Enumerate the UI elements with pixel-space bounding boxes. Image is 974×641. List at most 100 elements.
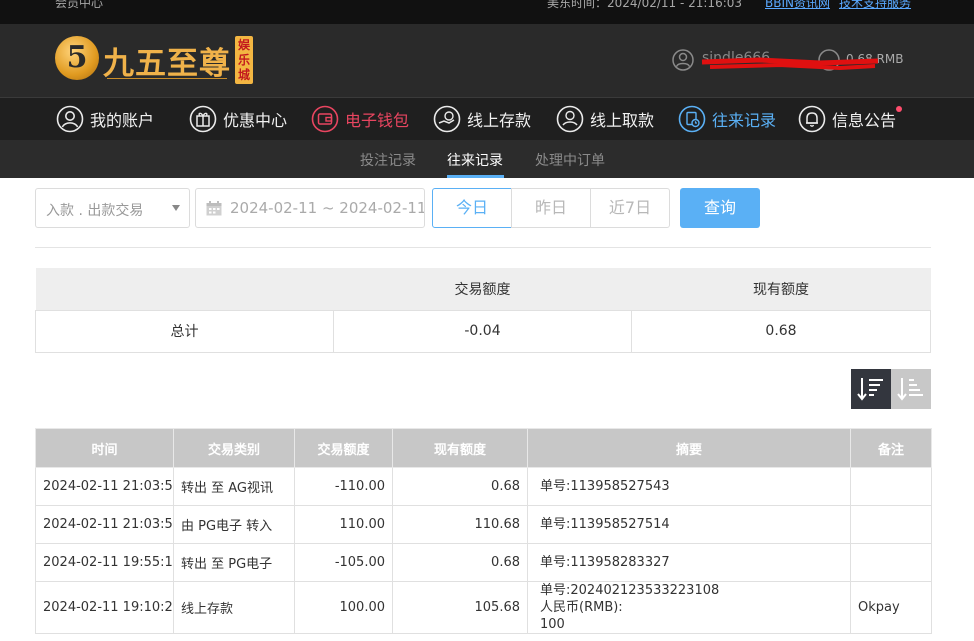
- summary-line: 100: [540, 617, 565, 632]
- cell-time: 2024-02-11 21:03:57: [35, 505, 174, 544]
- calendar-icon: [206, 201, 222, 216]
- column-header: 备注: [850, 428, 932, 468]
- site-header: 5 九五至尊 娱乐城 sindle666 0.68 RMB: [0, 24, 974, 97]
- nav-label: 电子钱包: [345, 111, 410, 130]
- cell-time: 2024-02-11 19:55:17: [35, 543, 174, 582]
- summary-current-balance: 0.68: [631, 309, 931, 353]
- today-button[interactable]: 今日: [432, 188, 512, 228]
- nav-label: 线上存款: [467, 111, 532, 130]
- last-7-days-button[interactable]: 近7日: [590, 188, 670, 228]
- cell-amount: -105.00: [294, 543, 393, 582]
- column-header: 现有额度: [392, 428, 528, 468]
- support-link[interactable]: 技术支持服务: [839, 0, 911, 11]
- yesterday-button[interactable]: 昨日: [511, 188, 591, 228]
- date-range-value: 2024-02-11 ~ 2024-02-11: [230, 199, 425, 217]
- site-logo[interactable]: 5 九五至尊 娱乐城: [55, 36, 255, 86]
- sort-descending-button[interactable]: [851, 369, 891, 409]
- column-header: 交易类别: [173, 428, 295, 468]
- cell-summary: 单号:113958527514: [527, 505, 851, 544]
- logo-ornament: [107, 78, 227, 82]
- transaction-type-select[interactable]: 入款 . 出款交易: [35, 188, 190, 228]
- cell-note: Okpay: [850, 581, 932, 634]
- cell-note: [850, 467, 932, 506]
- eastern-time: 美东时间：2024/02/11 - 21:16:03: [547, 0, 743, 10]
- cell-amount: -110.00: [294, 467, 393, 506]
- nav-label: 信息公告: [832, 111, 897, 130]
- redaction-mark: [701, 57, 879, 71]
- cell-type: 由 PG电子 转入: [173, 505, 295, 544]
- cell-summary: 单号:113958283327: [527, 543, 851, 582]
- column-header: 交易额度: [294, 428, 393, 468]
- nav-label: 线上取款: [590, 111, 655, 130]
- cell-type: 线上存款: [173, 581, 295, 634]
- nav-promotions[interactable]: 优惠中心: [189, 104, 287, 134]
- cell-time: 2024-02-11 21:03:57: [35, 467, 174, 506]
- cell-time: 2024-02-11 19:10:27: [35, 581, 174, 634]
- nav-my-account[interactable]: 我的账户: [56, 104, 154, 134]
- active-tab-indicator: [447, 175, 504, 178]
- summary-table: 交易额度 现有额度 总计 -0.04 0.68: [35, 268, 931, 353]
- table-row: 2024-02-11 21:03:57 转出 至 AG视讯 -110.00 0.…: [35, 467, 932, 506]
- summary-line: 单号:113958527543: [540, 479, 670, 494]
- cell-balance: 105.68: [392, 581, 528, 634]
- user-icon: [56, 105, 84, 133]
- cell-type: 转出 至 PG电子: [173, 543, 295, 582]
- transaction-records-table: 时间 交易类别 交易额度 现有额度 摘要 备注 2024-02-11 21:03…: [35, 428, 932, 634]
- date-range-input[interactable]: 2024-02-11 ~ 2024-02-11: [195, 188, 425, 228]
- summary-line: 单号:113958283327: [540, 555, 670, 570]
- nav-deposit[interactable]: 线上存款: [433, 104, 531, 134]
- cell-balance: 0.68: [392, 467, 528, 506]
- summary-line: 单号:202402123533223108: [540, 583, 720, 598]
- nav-wallet[interactable]: 电子钱包: [311, 104, 409, 134]
- deposit-icon: [433, 105, 461, 133]
- summary-line: 单号:113958527514: [540, 517, 670, 532]
- account-summary: sindle666 0.68 RMB: [672, 48, 912, 74]
- nav-withdraw[interactable]: 线上取款: [556, 104, 654, 134]
- cell-note: [850, 543, 932, 582]
- cell-amount: 100.00: [294, 581, 393, 634]
- divider: [35, 247, 931, 248]
- query-button[interactable]: 查询: [680, 188, 760, 228]
- cell-type: 转出 至 AG视讯: [173, 467, 295, 506]
- table-header-row: 时间 交易类别 交易额度 现有额度 摘要 备注: [35, 428, 932, 468]
- cell-balance: 110.68: [392, 505, 528, 544]
- top-strip: 会员中心 美东时间：2024/02/11 - 21:16:03 BBIN资讯网 …: [0, 0, 974, 24]
- column-header: 时间: [35, 428, 174, 468]
- table-row: 2024-02-11 21:03:57 由 PG电子 转入 110.00 110…: [35, 505, 932, 544]
- records-icon: [678, 105, 706, 133]
- nav-label: 我的账户: [90, 111, 155, 130]
- withdraw-icon: [556, 105, 584, 133]
- logo-mark: 5: [55, 36, 99, 80]
- summary-line: 人民币(RMB):: [540, 600, 623, 615]
- summary-header: 现有额度: [631, 268, 931, 310]
- nav-label: 优惠中心: [223, 111, 288, 130]
- table-row: 2024-02-11 19:55:17 转出 至 PG电子 -105.00 0.…: [35, 543, 932, 582]
- main-nav: 我的账户 优惠中心 电子钱包 线上存款 线上取款 往来记录 信息公告: [0, 97, 974, 140]
- cell-note: [850, 505, 932, 544]
- tab-pending-orders[interactable]: 处理中订单: [535, 150, 605, 170]
- cell-summary: 单号:113958527543: [527, 467, 851, 506]
- summary-header: 交易额度: [333, 268, 632, 310]
- cell-summary: 单号:202402123533223108 人民币(RMB): 100: [527, 581, 851, 634]
- nav-label: 往来记录: [712, 111, 777, 130]
- sort-ascending-button[interactable]: [891, 369, 931, 409]
- cell-balance: 0.68: [392, 543, 528, 582]
- account-user-icon[interactable]: [672, 49, 694, 71]
- news-link[interactable]: BBIN资讯网: [765, 0, 830, 11]
- wallet-icon: [311, 105, 339, 133]
- member-center-link[interactable]: 会员中心: [55, 0, 103, 11]
- summary-total-label: 总计: [35, 309, 334, 353]
- transaction-type-value: 入款 . 出款交易: [46, 203, 144, 219]
- column-header: 摘要: [527, 428, 851, 468]
- logo-badge: 娱乐城: [235, 36, 253, 84]
- nav-records[interactable]: 往来记录: [678, 104, 776, 134]
- nav-announcements[interactable]: 信息公告: [798, 104, 903, 134]
- summary-header: [35, 268, 334, 310]
- table-row: 2024-02-11 19:10:27 线上存款 100.00 105.68 单…: [35, 581, 932, 634]
- tab-bet-records[interactable]: 投注记录: [360, 150, 416, 170]
- sub-nav: 投注记录 往来记录 处理中订单: [0, 140, 974, 178]
- notification-dot: [896, 106, 903, 112]
- cell-amount: 110.00: [294, 505, 393, 544]
- tab-transactions[interactable]: 往来记录: [447, 150, 503, 170]
- sort-ascending-icon: [897, 378, 923, 401]
